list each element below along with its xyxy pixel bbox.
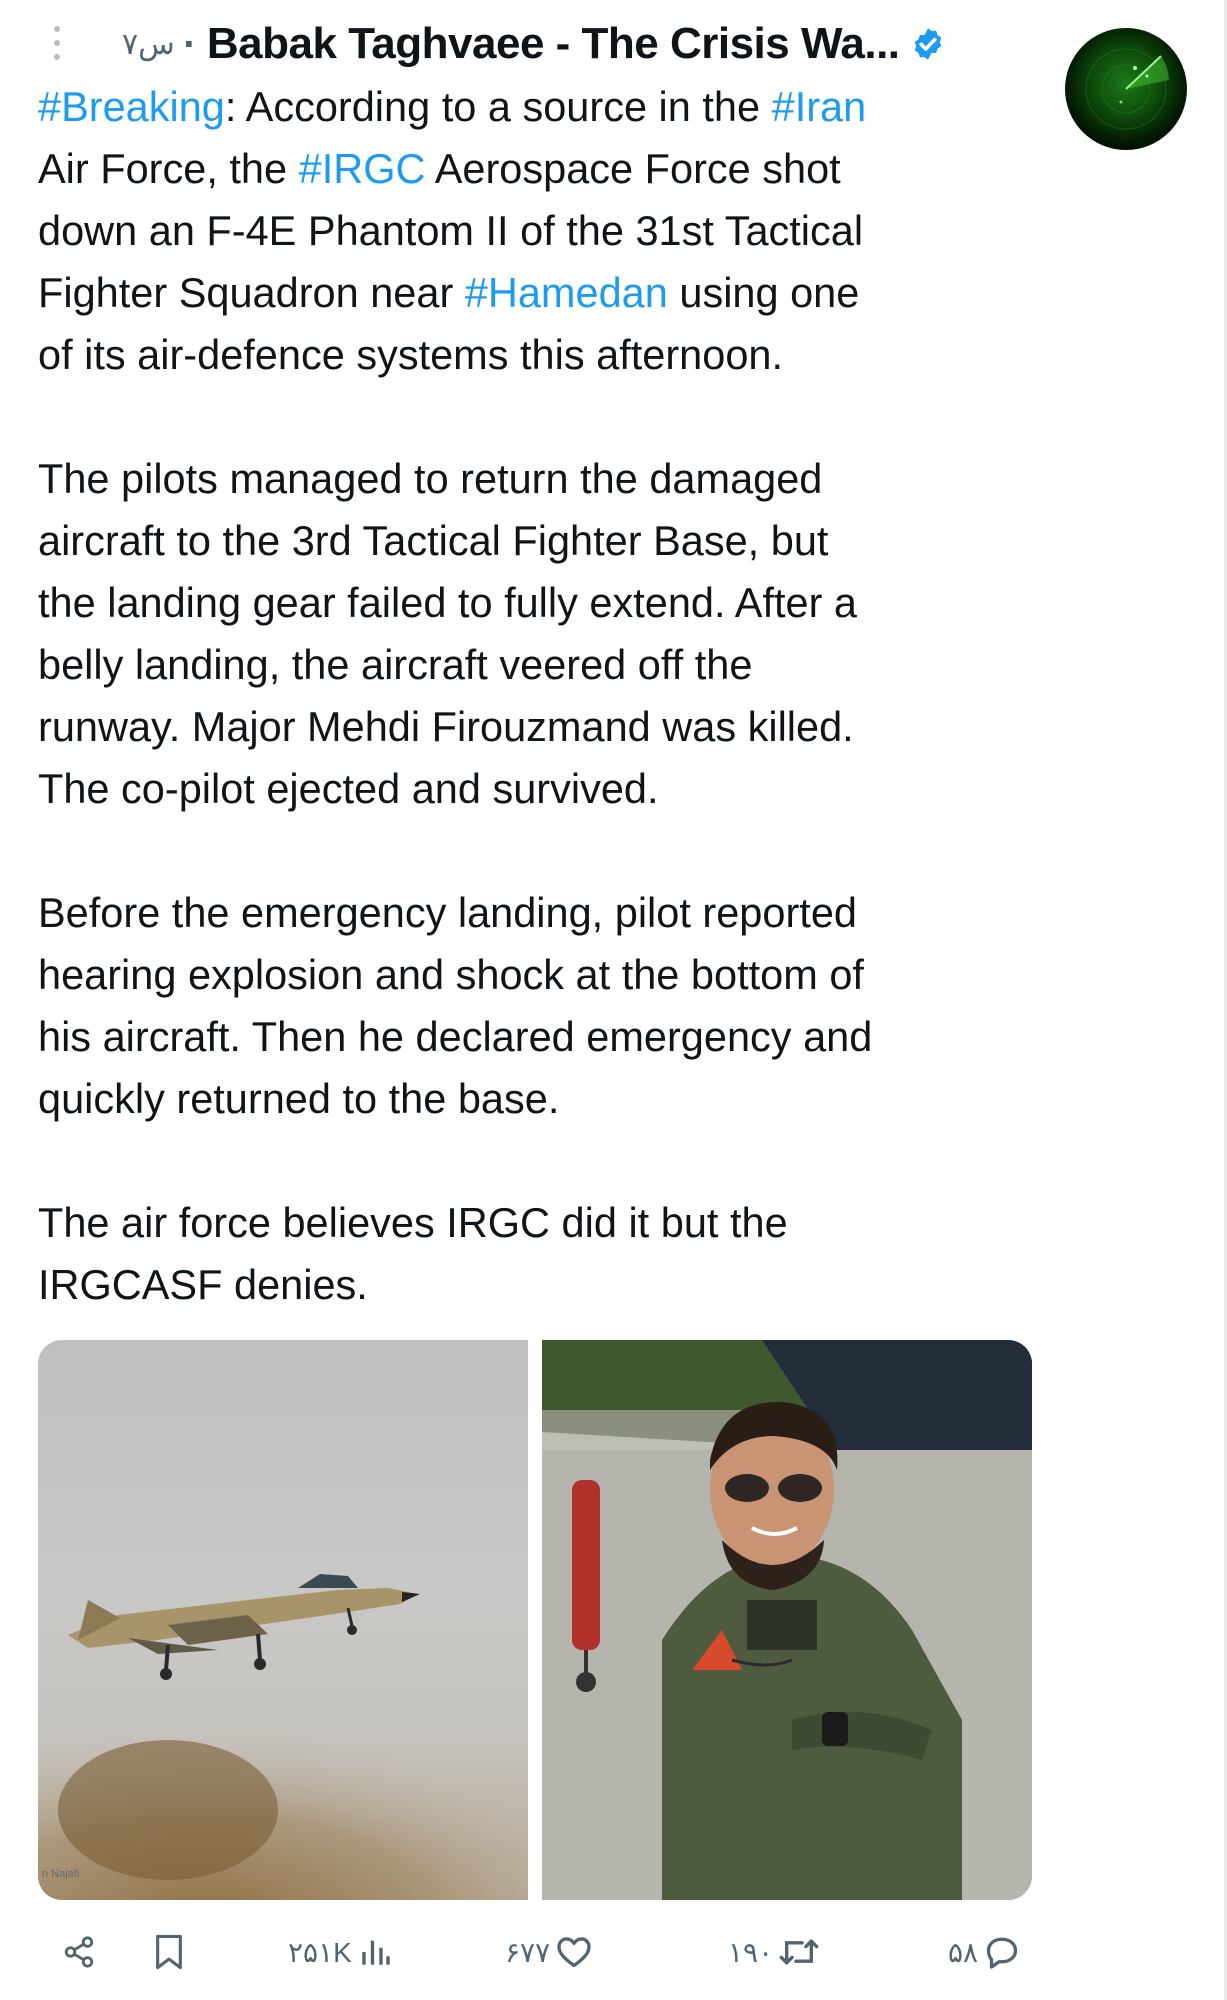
tweet-header: ۷س · Babak Taghvaee - The Crisis Wa... bbox=[122, 14, 946, 74]
hashtag-link[interactable]: #Iran bbox=[772, 83, 867, 130]
more-options-icon[interactable] bbox=[50, 26, 64, 72]
hashtag-link[interactable]: #IRGC bbox=[299, 145, 426, 192]
retweet-button[interactable]: ۱۹۰ bbox=[728, 1920, 819, 1984]
retweets-count: ۱۹۰ bbox=[728, 1936, 774, 1968]
retweet-icon bbox=[779, 1939, 819, 1965]
tweet-text-segment: The air force believes IRGC did it but t… bbox=[38, 1199, 788, 1246]
tweet-line: Before the emergency landing, pilot repo… bbox=[38, 882, 1048, 944]
tweet-line: hearing explosion and shock at the botto… bbox=[38, 944, 1048, 1006]
tweet-text-segment: quickly returned to the base. bbox=[38, 1075, 560, 1122]
heart-icon bbox=[557, 1937, 591, 1968]
tweet-line: quickly returned to the base. bbox=[38, 1068, 1048, 1130]
tweet-line: his aircraft. Then he declared emergency… bbox=[38, 1006, 1048, 1068]
tweet-text: #Breaking: According to a source in the … bbox=[38, 76, 1048, 1316]
tweet-line: The air force believes IRGC did it but t… bbox=[38, 1192, 1048, 1254]
views-button[interactable]: ۲۵۱K bbox=[288, 1920, 392, 1984]
hashtag-link[interactable]: #Breaking bbox=[38, 83, 225, 130]
tweet-text-segment: The pilots managed to return the damaged bbox=[38, 455, 823, 502]
tweet-line: Air Force, the #IRGC Aerospace Force sho… bbox=[38, 138, 1048, 200]
share-button[interactable] bbox=[62, 1920, 96, 1984]
tweet-text-segment: down an F-4E Phantom II of the 31st Tact… bbox=[38, 207, 864, 254]
tweet-text-segment: of its air-defence systems this afternoo… bbox=[38, 331, 784, 378]
media-grid[interactable]: n Najafi bbox=[38, 1340, 1032, 1900]
tweet-text-segment: aircraft to the 3rd Tactical Fighter Bas… bbox=[38, 517, 829, 564]
tweet-text-segment: Before the emergency landing, pilot repo… bbox=[38, 889, 857, 936]
avatar[interactable] bbox=[1065, 28, 1187, 150]
tweet-line: down an F-4E Phantom II of the 31st Tact… bbox=[38, 200, 1048, 262]
bar-chart-icon bbox=[362, 1940, 390, 1965]
bookmark-icon bbox=[156, 1934, 182, 1970]
aircraft-photo[interactable]: n Najafi bbox=[38, 1340, 528, 1900]
tweet-line: belly landing, the aircraft veered off t… bbox=[38, 634, 1048, 696]
timestamp[interactable]: ۷س bbox=[122, 27, 175, 62]
pilot-photo[interactable] bbox=[542, 1340, 1032, 1900]
replies-count: ۵۸ bbox=[948, 1936, 979, 1968]
tweet-text-segment: his aircraft. Then he declared emergency… bbox=[38, 1013, 873, 1060]
tweet-line: the landing gear failed to fully extend.… bbox=[38, 572, 1048, 634]
tweet-text-segment: belly landing, the aircraft veered off t… bbox=[38, 641, 753, 688]
author-name[interactable]: Babak Taghvaee - The Crisis Wa... bbox=[207, 19, 900, 69]
reply-button[interactable]: ۵۸ bbox=[948, 1920, 1020, 1984]
pilot-portrait-image bbox=[542, 1340, 1032, 1900]
tweet-line: aircraft to the 3rd Tactical Fighter Bas… bbox=[38, 510, 1048, 572]
share-icon bbox=[64, 1936, 94, 1968]
tweet-line: #Breaking: According to a source in the … bbox=[38, 76, 1048, 138]
tweet-line: of its air-defence systems this afternoo… bbox=[38, 324, 1048, 386]
radar-avatar-icon bbox=[1085, 48, 1169, 130]
tweet-text-segment: hearing explosion and shock at the botto… bbox=[38, 951, 864, 998]
tweet-line: The pilots managed to return the damaged bbox=[38, 448, 1048, 510]
tweet-line: Fighter Squadron near #Hamedan using one bbox=[38, 262, 1048, 324]
f4-phantom-image bbox=[38, 1574, 528, 1900]
tweet-text-segment: The co-pilot ejected and survived. bbox=[38, 765, 659, 812]
tweet-line: IRGCASF denies. bbox=[38, 1254, 1048, 1316]
tweet-text-segment: using one bbox=[667, 269, 860, 316]
likes-count: ۶۷۷ bbox=[505, 1936, 551, 1968]
tweet-text-segment: Fighter Squadron near bbox=[38, 269, 465, 316]
hashtag-link[interactable]: #Hamedan bbox=[465, 269, 668, 316]
bookmark-button[interactable] bbox=[152, 1920, 186, 1984]
tweet-line: The co-pilot ejected and survived. bbox=[38, 758, 1048, 820]
reply-icon bbox=[986, 1937, 1018, 1969]
tweet-text-segment: Aerospace Force shot bbox=[425, 145, 841, 192]
tweet-text-segment: runway. Major Mehdi Firouzmand was kille… bbox=[38, 703, 854, 750]
like-button[interactable]: ۶۷۷ bbox=[505, 1920, 592, 1984]
action-bar: ۲۵۱K ۶۷۷ ۱۹۰ ۵۸ bbox=[0, 1920, 1227, 1984]
tweet-line: runway. Major Mehdi Firouzmand was kille… bbox=[38, 696, 1048, 758]
verified-badge-icon bbox=[914, 28, 941, 60]
photo-credit: n Najafi bbox=[42, 1868, 80, 1880]
tweet-text-segment: the landing gear failed to fully extend.… bbox=[38, 579, 858, 626]
views-count: ۲۵۱K bbox=[288, 1936, 352, 1968]
tweet-text-segment: IRGCASF denies. bbox=[38, 1261, 368, 1308]
tweet-text-segment: Air Force, the bbox=[38, 145, 299, 192]
header-separator: · bbox=[182, 25, 195, 63]
tweet-text-segment: : According to a source in the bbox=[224, 83, 772, 130]
